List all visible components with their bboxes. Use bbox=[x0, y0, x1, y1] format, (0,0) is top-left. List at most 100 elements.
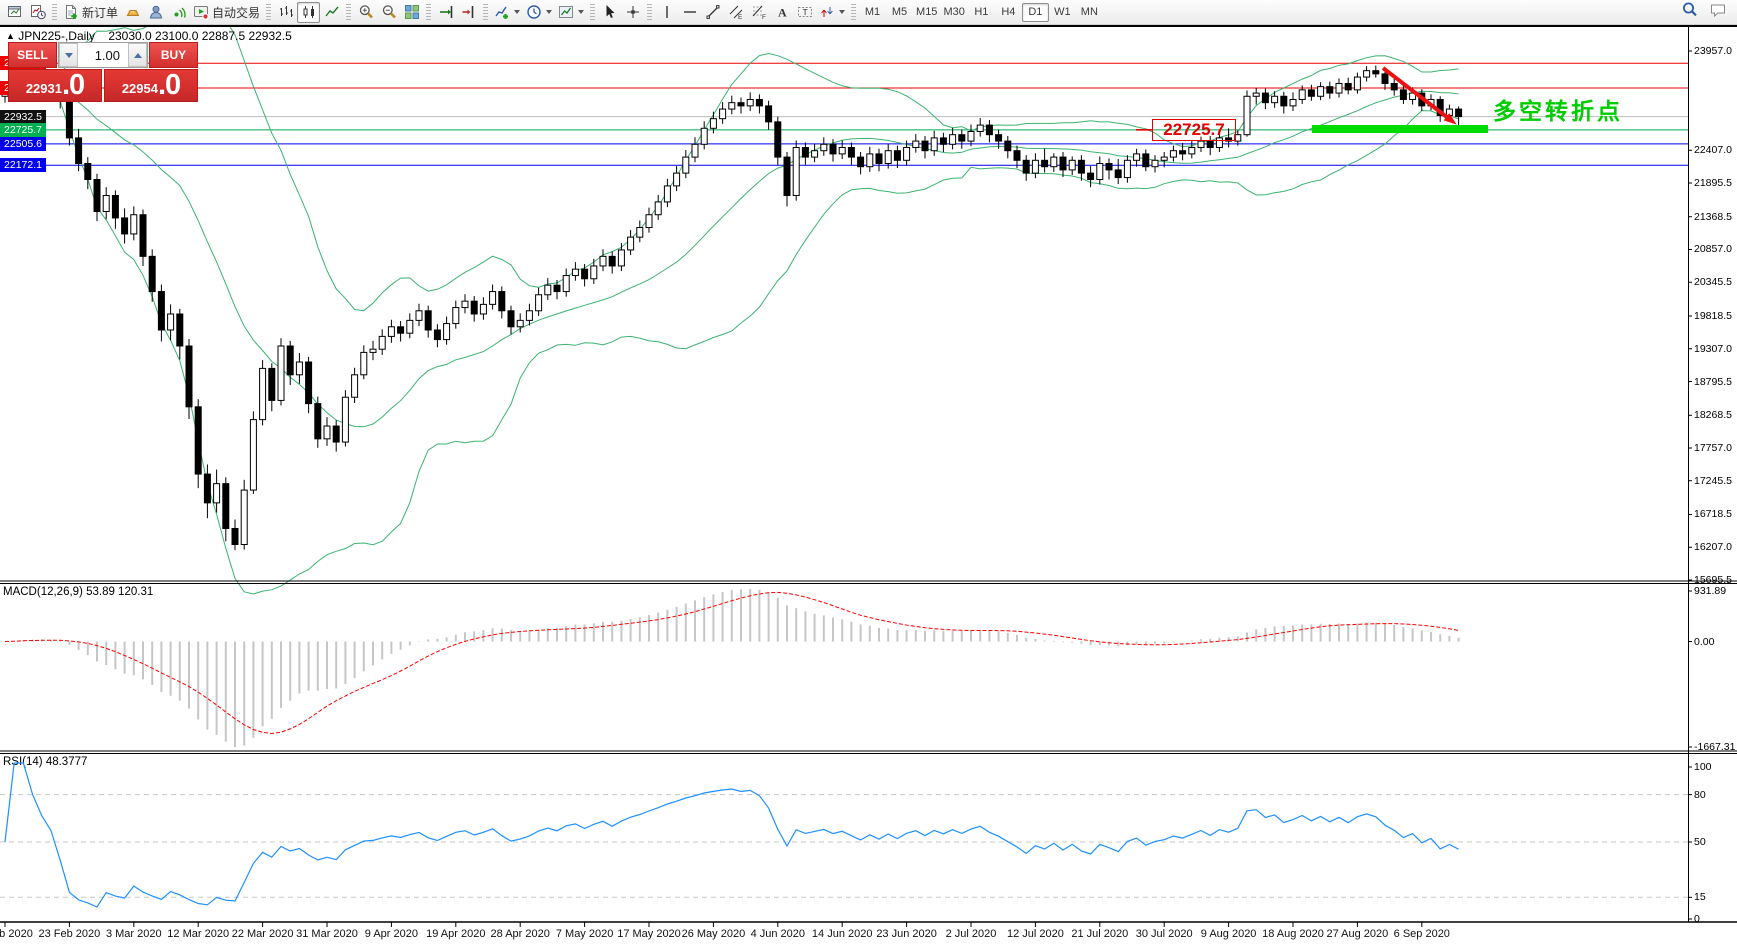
candle-body bbox=[1123, 159, 1131, 179]
sell-price[interactable]: 22931.0 bbox=[8, 69, 102, 102]
zoom-in-icon[interactable] bbox=[354, 2, 377, 23]
timeframe-button-MN[interactable]: MN bbox=[1076, 3, 1103, 22]
candle-body bbox=[1363, 70, 1371, 78]
timeframe-button-D1[interactable]: D1 bbox=[1021, 2, 1049, 22]
chat-icon[interactable] bbox=[1709, 1, 1727, 24]
toolbar-grip bbox=[426, 3, 432, 21]
candle-body bbox=[737, 102, 745, 107]
periods-icon[interactable] bbox=[523, 2, 555, 23]
candle-body bbox=[489, 291, 497, 305]
vertical-line-icon[interactable] bbox=[655, 2, 678, 23]
profiles-icon[interactable] bbox=[26, 2, 49, 23]
candle-body bbox=[387, 326, 395, 337]
sell-button[interactable]: SELL bbox=[8, 42, 57, 68]
accounts-icon[interactable] bbox=[144, 2, 167, 23]
text-icon[interactable]: A bbox=[770, 2, 793, 23]
arrows-icon[interactable] bbox=[816, 2, 848, 23]
timeframe-button-M15[interactable]: M15 bbox=[913, 3, 940, 22]
chart-canvas[interactable] bbox=[0, 0, 1737, 951]
candle-body bbox=[323, 425, 331, 440]
candle-body bbox=[1077, 159, 1085, 174]
volume-input[interactable] bbox=[78, 43, 128, 67]
candle-chart-mode-icon[interactable] bbox=[297, 1, 321, 23]
timeframe-button-W1[interactable]: W1 bbox=[1049, 3, 1076, 22]
new-order-button[interactable]: 新订单 bbox=[60, 2, 121, 23]
candle-body bbox=[1335, 82, 1343, 94]
indicators-icon[interactable] bbox=[491, 2, 523, 23]
timeframe-button-M1[interactable]: M1 bbox=[859, 3, 886, 22]
candle-body bbox=[1261, 92, 1269, 104]
chart-shift-icon[interactable] bbox=[457, 2, 480, 23]
new-chart-icon[interactable] bbox=[3, 2, 26, 23]
candle-body bbox=[102, 195, 110, 213]
candle-body bbox=[397, 326, 405, 334]
sell-price-int: 22931 bbox=[25, 81, 62, 96]
buy-price[interactable]: 22954.0 bbox=[104, 69, 198, 102]
fibonacci-icon[interactable]: F bbox=[747, 2, 770, 23]
candle-body bbox=[75, 137, 83, 165]
candle-body bbox=[976, 124, 984, 132]
candle-body bbox=[1041, 159, 1049, 168]
timeframe-button-M5[interactable]: M5 bbox=[886, 3, 913, 22]
candle-body bbox=[746, 98, 754, 107]
buy-button[interactable]: BUY bbox=[149, 42, 198, 68]
candle-body bbox=[130, 214, 138, 235]
buy-price-frac: .0 bbox=[157, 69, 181, 101]
timeframe-button-M30[interactable]: M30 bbox=[940, 3, 967, 22]
candle-body bbox=[719, 108, 727, 120]
candle-body bbox=[608, 255, 616, 267]
search-icon[interactable] bbox=[1681, 1, 1699, 24]
zoom-out-icon[interactable] bbox=[377, 2, 400, 23]
volume-decrease-button[interactable] bbox=[59, 43, 78, 67]
line-chart-mode-icon[interactable] bbox=[320, 2, 343, 23]
candle-body bbox=[341, 396, 349, 443]
price-tag-annotation[interactable]: 22725.7 bbox=[1152, 119, 1236, 141]
candle-body bbox=[1068, 159, 1076, 171]
signal-icon[interactable] bbox=[167, 2, 190, 23]
crosshair-icon[interactable] bbox=[621, 2, 644, 23]
main-toolbar: 新订单 自动交易 E F A T M1 M5 M15 M30 H1 H4 D1 W1 MN bbox=[0, 0, 1737, 25]
candle-body bbox=[121, 217, 129, 235]
candle-body bbox=[1013, 150, 1021, 161]
candle-body bbox=[875, 153, 883, 165]
volume-increase-button[interactable] bbox=[128, 43, 147, 67]
text-label-icon[interactable]: T bbox=[793, 2, 816, 23]
candle-body bbox=[1050, 156, 1058, 168]
toolbar-grip bbox=[647, 3, 653, 21]
candle-body bbox=[1105, 163, 1113, 171]
candle-body bbox=[682, 156, 690, 174]
cursor-icon[interactable] bbox=[598, 2, 621, 23]
horizontal-line-icon[interactable] bbox=[678, 2, 701, 23]
candle-body bbox=[479, 303, 487, 315]
candle-body bbox=[1160, 156, 1168, 161]
gold-icon[interactable] bbox=[121, 2, 144, 23]
candle-body bbox=[930, 137, 938, 152]
candle-body bbox=[590, 265, 598, 280]
tile-windows-icon[interactable] bbox=[400, 2, 423, 23]
autotrade-button[interactable]: 自动交易 bbox=[190, 2, 263, 23]
candle-body bbox=[728, 102, 736, 110]
candle-body bbox=[406, 319, 414, 334]
bar-chart-mode-icon[interactable] bbox=[274, 2, 297, 23]
note-annotation[interactable]: 多空转折点 bbox=[1493, 92, 1623, 126]
candle-body bbox=[1169, 150, 1177, 158]
templates-icon[interactable] bbox=[555, 2, 587, 23]
candle-body bbox=[562, 275, 570, 293]
candle-body bbox=[1372, 70, 1380, 75]
timeframe-button-H4[interactable]: H4 bbox=[995, 3, 1022, 22]
candle-body bbox=[305, 361, 313, 405]
candle-body bbox=[1326, 86, 1334, 94]
candle-body bbox=[452, 307, 460, 325]
candle-body bbox=[884, 150, 892, 165]
candle-body bbox=[194, 406, 202, 475]
svg-text:A: A bbox=[778, 6, 787, 20]
candle-body bbox=[111, 195, 119, 219]
equidistant-channel-icon[interactable]: E bbox=[724, 2, 747, 23]
candle-body bbox=[755, 98, 763, 107]
candle-body bbox=[985, 124, 993, 136]
timeframe-button-H1[interactable]: H1 bbox=[968, 3, 995, 22]
candle-body bbox=[1004, 140, 1012, 152]
support-zone bbox=[1312, 125, 1488, 133]
auto-scroll-icon[interactable] bbox=[434, 2, 457, 23]
trend-line-icon[interactable] bbox=[701, 2, 724, 23]
